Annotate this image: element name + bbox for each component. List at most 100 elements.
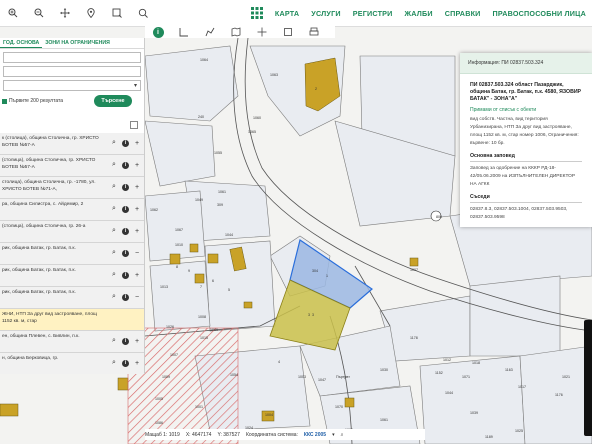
result-text: рик, община Батак, гр. Батак, п.к. xyxy=(2,246,76,251)
list-item[interactable]: н, община Берковица, гр. ⌕ i + xyxy=(0,353,144,374)
map-label: 1021 xyxy=(562,375,570,379)
map-label: 2 xyxy=(315,87,317,91)
location-pin-icon[interactable] xyxy=(78,0,104,26)
remove-icon[interactable]: − xyxy=(133,293,141,301)
nav-map[interactable]: КАРТА xyxy=(275,9,299,18)
measure-tool[interactable] xyxy=(171,26,197,38)
map-label: 1007 xyxy=(170,353,178,357)
add-icon[interactable]: + xyxy=(133,161,141,169)
info-icon[interactable]: i xyxy=(122,161,129,169)
search-icon[interactable]: ⌕ xyxy=(341,432,344,438)
map-label: 1062 xyxy=(150,208,158,212)
info-icon[interactable]: i xyxy=(122,271,129,279)
info-icon[interactable]: i xyxy=(122,337,129,345)
list-item-selected[interactable]: ЖНИ, НТП За друг вид застрояване, площ 1… xyxy=(0,309,144,331)
info-tool[interactable]: i xyxy=(145,26,171,38)
coord-system-select[interactable]: ККС 2005 xyxy=(304,432,326,438)
zoom-icon[interactable]: ⌕ xyxy=(110,249,118,257)
list-item[interactable]: (столица), община Столична, гр. ХРИСТО Б… xyxy=(0,155,144,177)
zoom-icon[interactable]: ⌕ xyxy=(110,205,118,213)
search-field-1[interactable] xyxy=(3,52,141,63)
chevron-down-icon[interactable]: ▾ xyxy=(332,432,335,438)
info-icon[interactable]: i xyxy=(122,227,129,235)
map-label: 1030 xyxy=(380,368,388,372)
result-text: рик, община Батак, гр. Батак, п.к. xyxy=(2,268,76,273)
zoom-icon[interactable]: ⌕ xyxy=(110,293,118,301)
map-label: 309 xyxy=(217,203,223,207)
nav-complaints[interactable]: ЖАЛБИ xyxy=(405,9,433,18)
search-panel: ГОД. ОСНОВА ЗОНИ НА ОГРАНИЧЕНИЯ ▾ Първит… xyxy=(0,38,145,374)
expand-icon[interactable] xyxy=(130,121,138,129)
zoom-icon[interactable]: ⌕ xyxy=(110,183,118,191)
result-text: рик, община Батак, гр. Батак, п.к. xyxy=(2,290,76,295)
zoom-icon[interactable]: ⌕ xyxy=(110,139,118,147)
search-button[interactable]: Търсене xyxy=(94,95,132,107)
search-field-2[interactable] xyxy=(3,66,141,77)
zoom-icon[interactable]: ⌕ xyxy=(110,337,118,345)
map-label: 1044 xyxy=(445,391,453,395)
region-select[interactable]: ▾ xyxy=(3,80,141,91)
coordinates-tool[interactable] xyxy=(249,26,275,38)
info-icon[interactable]: i xyxy=(122,205,129,213)
info-icon[interactable]: i xyxy=(122,359,129,367)
zoom-icon[interactable]: ⌕ xyxy=(110,161,118,169)
remove-icon[interactable]: − xyxy=(133,249,141,257)
list-item[interactable]: ра, община Силистра, с. Айдемир, 2 ⌕ i + xyxy=(0,199,144,221)
list-item[interactable]: ен, община Плевен, с. Бивлин, п.к. ⌕ i + xyxy=(0,331,144,353)
add-icon[interactable]: + xyxy=(133,183,141,191)
tab-cadastral-base[interactable]: ГОД. ОСНОВА xyxy=(0,38,43,48)
map-book-tool[interactable] xyxy=(223,26,249,38)
map-label: 1152 xyxy=(435,371,443,375)
y-coordinate: Y: 387527 xyxy=(217,431,240,438)
road-label: Пъртрвт xyxy=(336,375,350,379)
map-label: 1176 xyxy=(555,393,563,397)
info-icon[interactable]: i xyxy=(122,293,129,301)
checkbox-icon[interactable] xyxy=(2,98,7,104)
map-label: 800 xyxy=(436,215,442,219)
add-icon[interactable]: + xyxy=(133,271,141,279)
zoom-extent-icon[interactable] xyxy=(130,0,156,26)
nav-registers[interactable]: РЕГИСТРИ xyxy=(353,9,393,18)
draw-tool[interactable] xyxy=(197,26,223,38)
zoom-out-icon[interactable] xyxy=(26,0,52,26)
side-widget[interactable] xyxy=(584,320,592,436)
zoom-icon[interactable]: ⌕ xyxy=(110,271,118,279)
add-icon[interactable]: + xyxy=(133,139,141,147)
print-tool[interactable] xyxy=(301,26,327,38)
info-icon[interactable]: i xyxy=(122,139,129,147)
list-item[interactable]: (столица), община Столична, гр. 26-а ⌕ i + xyxy=(0,221,144,243)
apps-grid-icon[interactable] xyxy=(250,7,263,19)
info-icon[interactable]: i xyxy=(122,183,129,191)
list-item[interactable]: к (столица), община Столична, гр. ХРИСТО… xyxy=(0,133,144,155)
map-label: 1001 xyxy=(195,405,203,409)
zoom-icon[interactable]: ⌕ xyxy=(110,227,118,235)
add-icon[interactable]: + xyxy=(133,227,141,235)
add-icon[interactable]: + xyxy=(133,359,141,367)
list-item[interactable]: рик, община Батак, гр. Батак, п.к. ⌕ i − xyxy=(0,287,144,309)
objects-list-link[interactable]: Примами от списък с обекти xyxy=(470,107,582,113)
info-icon[interactable]: i xyxy=(122,249,129,257)
map-label: 1009 xyxy=(162,375,170,379)
tab-restriction-zones[interactable]: ЗОНИ НА ОГРАНИЧЕНИЯ xyxy=(42,38,113,48)
map-label: 1039 xyxy=(470,411,478,415)
list-item[interactable]: столица), община Столична, гр. -1780, ул… xyxy=(0,177,144,199)
list-item[interactable]: рик, община Батак, гр. Батак, п.к. ⌕ i − xyxy=(0,243,144,265)
zoom-icon[interactable]: ⌕ xyxy=(110,359,118,367)
map-label: 1008 xyxy=(198,315,206,319)
select-area-icon[interactable] xyxy=(104,0,130,26)
layers-tool[interactable] xyxy=(275,26,301,38)
map-label: 1018 xyxy=(472,361,480,365)
list-item[interactable]: рик, община Батак, гр. Батак, п.к. ⌕ i + xyxy=(0,265,144,287)
zoom-in-icon[interactable] xyxy=(0,0,26,26)
add-icon[interactable]: + xyxy=(133,205,141,213)
map-label: 1007 xyxy=(410,268,418,272)
nav-references[interactable]: СПРАВКИ xyxy=(445,9,481,18)
pan-icon[interactable] xyxy=(52,0,78,26)
map-label: 9 xyxy=(188,269,190,273)
nav-licensed-persons[interactable]: ПРАВОСПОСОБНИ ЛИЦА xyxy=(493,9,586,18)
map-label: 1054 xyxy=(230,373,238,377)
map-label: 1067 xyxy=(175,228,183,232)
map-label: 1026 xyxy=(166,325,174,329)
nav-services[interactable]: УСЛУГИ xyxy=(311,9,340,18)
add-icon[interactable]: + xyxy=(133,337,141,345)
